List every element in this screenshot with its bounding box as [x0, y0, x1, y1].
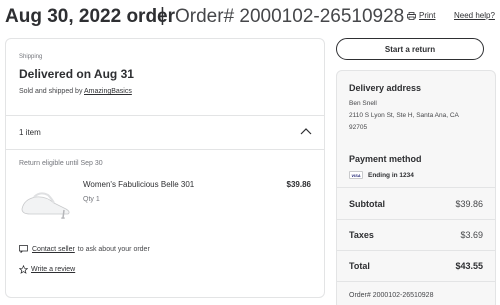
subtotal-label: Subtotal	[349, 199, 385, 209]
visa-card-icon: VISA	[349, 171, 363, 179]
write-review-line: Write a review	[19, 265, 75, 274]
print-label: Print	[419, 11, 436, 20]
message-icon	[19, 245, 28, 253]
contact-seller-suffix: to ask about your order	[77, 245, 150, 253]
printer-icon	[407, 11, 416, 20]
summary-order-number: Order# 2000102-26510928	[349, 292, 434, 299]
divider	[337, 250, 495, 251]
payment-method-heading: Payment method	[349, 154, 422, 164]
order-number: Order# 2000102-26510928	[175, 6, 405, 27]
sold-by-line: Sold and shipped by AmazingBasics	[19, 88, 132, 95]
star-icon	[19, 265, 28, 274]
start-return-button[interactable]: Start a return	[336, 38, 484, 60]
recipient-name: Ben Snell	[349, 100, 377, 107]
product-image[interactable]	[16, 179, 78, 219]
chevron-up-icon[interactable]	[300, 127, 312, 135]
taxes-value: $3.69	[460, 230, 483, 240]
product-name[interactable]: Women's Fabulicious Belle 301	[83, 180, 194, 189]
divider	[6, 115, 324, 116]
delivery-address-heading: Delivery address	[349, 83, 422, 93]
seller-link[interactable]: AmazingBasics	[84, 88, 132, 95]
subtotal-value: $39.86	[455, 199, 483, 209]
order-summary-panel: Delivery address Ben Snell 2110 S Lyon S…	[336, 70, 496, 305]
product-qty: Qty 1	[83, 196, 100, 203]
write-review-link[interactable]: Write a review	[31, 266, 75, 273]
divider	[337, 187, 495, 188]
items-count: 1 item	[19, 128, 41, 137]
shipping-label: Shipping	[19, 54, 43, 60]
contact-seller-line: Contact seller to ask about your order	[19, 245, 150, 253]
total-value: $43.55	[455, 261, 483, 271]
print-link[interactable]: Print	[407, 11, 435, 20]
contact-seller-link[interactable]: Contact seller	[32, 246, 75, 253]
return-eligible-text: Return eligible until Sep 30	[19, 160, 103, 167]
payment-card-line: VISA Ending in 1234	[349, 171, 414, 179]
divider	[337, 281, 495, 282]
shipment-card: Shipping Delivered on Aug 31 Sold and sh…	[5, 38, 325, 298]
product-price: $39.86	[286, 180, 311, 189]
order-date-title: Aug 30, 2022 order	[5, 6, 176, 27]
sold-by-prefix: Sold and shipped by	[19, 88, 83, 95]
order-header: Aug 30, 2022 order | Order# 2000102-2651…	[5, 4, 497, 30]
need-help-link[interactable]: Need help?	[454, 11, 495, 20]
address-line: 2110 S Lyon St, Ste H, Santa Ana, CA	[349, 112, 459, 119]
card-ending: Ending in 1234	[368, 171, 414, 179]
delivery-status: Delivered on Aug 31	[19, 67, 134, 81]
title-separator: |	[160, 5, 165, 26]
divider	[337, 219, 495, 220]
address-zip: 92705	[349, 124, 368, 131]
taxes-label: Taxes	[349, 230, 374, 240]
total-label: Total	[349, 261, 370, 271]
divider	[6, 149, 324, 150]
